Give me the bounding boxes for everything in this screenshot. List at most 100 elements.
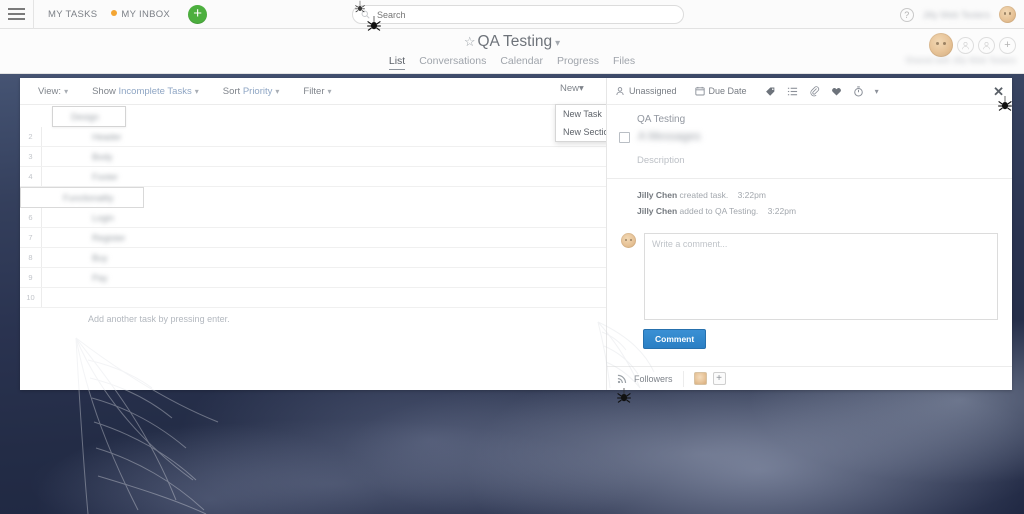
description-field[interactable]: Description [607,143,1012,178]
top-right-controls: ? Jilly Web Testers [899,0,1016,29]
table-row[interactable]: 10 [20,288,606,308]
add-follower-button[interactable]: + [712,372,726,385]
chevron-down-icon[interactable]: ▾ [875,87,879,96]
task-row-editing[interactable]: Design [52,106,126,127]
task-name: Design [71,111,100,122]
task-name: Body [92,151,113,162]
comment-compose-area: Write a comment... [607,219,1012,321]
search-container [352,5,684,24]
star-outline-icon[interactable]: ☆ [464,34,476,49]
search-icon [361,10,370,19]
comment-input[interactable]: Write a comment... [644,233,998,321]
table-row[interactable]: 8 Buy [20,248,606,268]
activity-feed: Jilly Chen created task. 3:22pm Jilly Ch… [607,179,1012,219]
sort-value: Priority [242,85,273,97]
tab-list[interactable]: List [388,55,406,70]
due-date-button[interactable]: Due Date [694,86,747,96]
nav-my-inbox[interactable]: MY INBOX [111,9,170,20]
close-icon[interactable]: ✕ [993,85,1004,98]
chevron-down-icon: ▾ [327,86,332,96]
follower-avatar[interactable] [693,372,707,385]
tab-files[interactable]: Files [613,55,635,70]
subtask-icon[interactable] [787,86,798,97]
menu-item-new-task[interactable]: New Task ↵ [556,105,606,123]
search-input[interactable] [375,8,675,21]
person-icon [616,87,624,96]
page-title: ☆ QA Testing ▾ [0,33,1024,51]
followers-bar: Followers + [607,366,1012,390]
nav-my-inbox-label: MY INBOX [121,8,171,20]
section-name: Functionality [63,192,114,203]
detail-task-name[interactable]: A Messages [638,131,701,143]
nav-my-tasks[interactable]: MY TASKS [48,9,97,20]
followers-label: Followers [634,373,673,384]
new-button[interactable]: New▾ [560,83,584,94]
table-row[interactable]: 6 Login [20,208,606,228]
project-tabs: List Conversations Calendar Progress Fil… [0,55,1024,70]
quick-add-button[interactable]: + [188,4,208,24]
show-label: Show [92,85,116,97]
calendar-icon [694,86,705,96]
assignee-button[interactable]: Unassigned [615,86,677,96]
heart-icon[interactable] [831,86,842,97]
filter-dropdown[interactable]: Filter ▾ [303,86,331,97]
top-navigation-bar: MY TASKS MY INBOX + ? Jilly Web Testers [0,0,1024,29]
activity-action: created task. [679,190,729,200]
project-header: ☆ QA Testing ▾ List Conversations Calendar… [0,29,1024,74]
help-icon[interactable]: ? [899,7,914,22]
view-dropdown[interactable]: View: ▾ [38,86,68,97]
comment-button[interactable]: Comment [643,329,707,350]
task-detail-toolbar: Unassigned Due Date ▾ ✕ [607,78,1012,105]
row-number: 8 [20,248,42,267]
add-member-button[interactable]: + [999,36,1016,54]
row-number: 9 [20,268,42,287]
section-row-editing[interactable]: Functionality [20,187,144,208]
avatar[interactable] [929,33,953,57]
activity-actor: Jilly Chen [637,205,678,216]
tab-calendar[interactable]: Calendar [500,55,543,70]
tab-conversations[interactable]: Conversations [419,55,486,70]
search-box[interactable] [352,5,684,24]
chevron-down-icon: ▾ [194,86,199,96]
table-row[interactable]: 7 Register [20,228,606,248]
task-name: Login [92,212,115,223]
divider [682,370,684,387]
task-detail-pane: Unassigned Due Date ▾ ✕ QA Testing A Mes… [607,78,1012,390]
menu-item-new-section[interactable]: New Section [556,123,606,141]
project-title-text[interactable]: QA Testing [477,33,552,50]
add-task-hint[interactable]: Add another task by pressing enter. [20,308,606,330]
menu-item-new-task-label: New Task [563,109,602,119]
hamburger-icon[interactable] [0,0,34,29]
row-number: 2 [20,127,42,146]
table-row[interactable]: 3 Body [20,147,606,167]
task-complete-checkbox[interactable] [619,131,630,143]
show-dropdown[interactable]: Show Incomplete Tasks ▾ [92,86,199,97]
tag-icon[interactable] [765,86,776,97]
new-dropdown-menu: New Task ↵ New Section [555,104,606,142]
chevron-down-icon: ▾ [64,86,69,96]
view-label: View: [38,85,62,97]
activity-actor: Jilly Chen [637,190,678,200]
task-rows: Design 2 Header 3 Body 4 Footer Function… [20,106,606,330]
task-name: Pay [92,272,108,283]
member-placeholder-icon-2[interactable] [978,36,995,54]
spider-icon [617,388,631,403]
person-icon [962,41,969,49]
timer-icon[interactable] [853,85,864,97]
member-placeholder-icon[interactable] [957,36,974,54]
task-name: Register [92,232,126,243]
tab-progress[interactable]: Progress [557,55,599,70]
attachment-icon[interactable] [809,85,820,97]
table-row[interactable]: 4 Footer [20,167,606,187]
menu-item-new-section-label: New Section [563,127,606,137]
project-members: + [929,33,1016,57]
avatar[interactable] [999,6,1016,23]
chevron-down-icon[interactable]: ▾ [555,38,560,49]
table-row[interactable]: 9 Pay [20,268,606,288]
row-number: 4 [20,167,42,186]
sort-dropdown[interactable]: Sort Priority ▾ [223,86,280,97]
activity-action: added to QA Testing. [679,205,759,216]
task-name: Header [92,131,122,142]
chevron-down-icon: ▾ [579,83,584,94]
table-row[interactable]: 2 Header [20,127,606,147]
